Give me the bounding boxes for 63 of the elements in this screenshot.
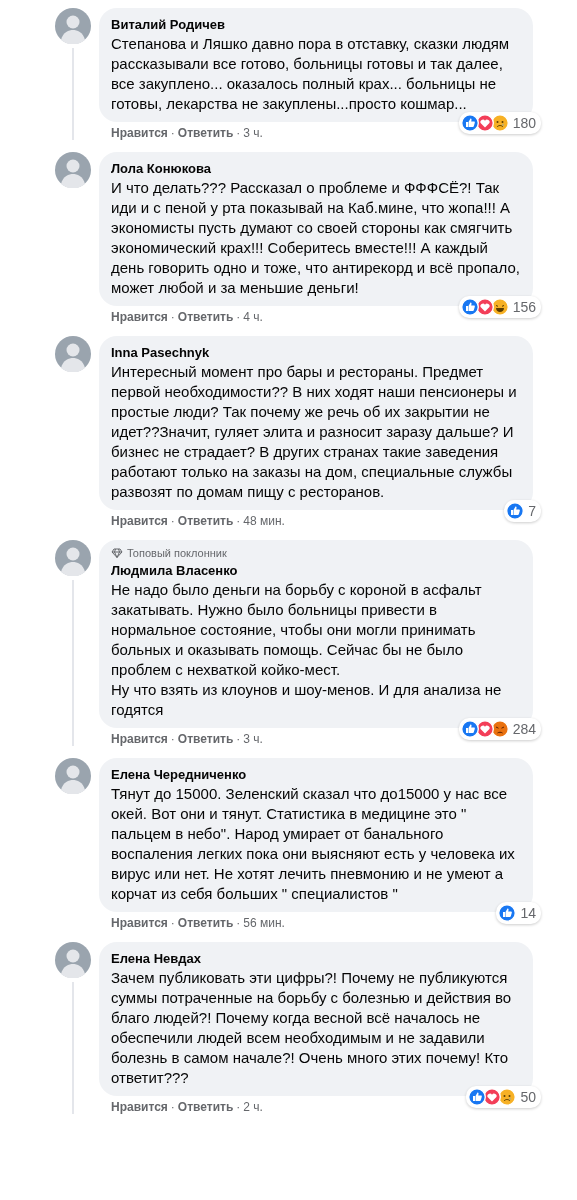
separator-dot: · bbox=[170, 514, 175, 528]
reply-link[interactable]: Ответить bbox=[177, 732, 234, 746]
comment-text: Тянут до 15000. Зеленский сказал что до15000 у нас все окей. Вот они и тянут. Статистика в медицине это " пальцем в небо". Народ умирает от банального воспаления легких пока они выясняют есть у человека их вирус или нет. Не хотят лечить пневмонию и не умеют а корчат из себя больших " специалистов " bbox=[111, 784, 516, 904]
author-name[interactable]: Людмила Власенко bbox=[111, 562, 238, 580]
like-icon bbox=[460, 298, 479, 316]
comment-text: Зачем публиковать эти цифры?! Почему не публикуются суммы потраченные на борьбу с болезнью и действия во благо людей?! Почему когда весной всё началось не обеспечили людей всем необходимым и не задавили болезнь в самом начале?! Очень много этих почему! Кто ответит??? bbox=[111, 968, 513, 1088]
separator-dot: · bbox=[170, 310, 175, 324]
like-icon bbox=[460, 720, 479, 738]
separator-dot: · bbox=[170, 732, 175, 746]
comment-text: Интересный момент про бары и рестораны. Предмет первой необходимости?? В них ходят наши пенсионеры и простые люди? Так почему же речь об их закрытии не идет??Значит, гуляет элита и разносит заразу дальше? И бизнес не страдает? В других странах такие заведения работают только на заказы на дом, специальные службы развозят по домам пищу с ресторанов. bbox=[111, 362, 518, 502]
avatar[interactable] bbox=[55, 540, 91, 576]
badge-label: Топовый поклонник bbox=[127, 547, 227, 559]
timestamp: 56 мин. bbox=[243, 916, 285, 930]
author-name[interactable]: Елена Чередниченко bbox=[111, 766, 247, 784]
comment-text: И что делать??? Рассказал о проблеме и ФФФСЁ?! Так иди и с пеной у рта показывай на Каб.мине, что жопа!!! А экономисты пусть думают со своей стороны как смягчить экономический крах!!! Соберитесь вместе!!! А каждый день говорить одно и тоже, что антирекорд и всё пропало, может любой и за меньшие деньги! bbox=[111, 178, 521, 298]
avatar[interactable] bbox=[55, 942, 91, 978]
avatar[interactable] bbox=[55, 152, 91, 188]
reply-link[interactable]: Ответить bbox=[177, 916, 234, 930]
reactions-pill[interactable]: 7 bbox=[504, 500, 541, 522]
comment-text: Не надо было деньги на борьбу с короной в асфальт закатывать. Нужно было больницы привести в нормальное состояние, чтобы они могли принимать больных и оказывать помощь. Сейчас бы не было проблем с нехваткой койко-мест. Ну что взять из клоунов и шоу-менов. И для анализа не годятся bbox=[111, 580, 503, 720]
reactions-pill[interactable]: 156 bbox=[458, 296, 541, 318]
comment-text: Степанова и Ляшко давно пора в отставку, сказки людям рассказывали все готово, больницы готовы и так далее, все закуплено... оказалось полный крах... больницы не готовы, лекарства не закуплены...просто кошмар... bbox=[111, 34, 511, 114]
separator-dot: · bbox=[236, 514, 241, 528]
reactions-pill[interactable]: 14 bbox=[496, 902, 541, 924]
avatar[interactable] bbox=[55, 758, 91, 794]
timestamp: 3 ч. bbox=[243, 126, 263, 140]
reactions-pill[interactable]: 50 bbox=[466, 1086, 541, 1108]
like-link[interactable]: Нравится bbox=[111, 126, 168, 140]
like-link[interactable]: Нравится bbox=[111, 732, 168, 746]
separator-dot: · bbox=[170, 916, 175, 930]
author-name[interactable]: Лола Конюкова bbox=[111, 160, 211, 178]
reply-link[interactable]: Ответить bbox=[177, 1100, 234, 1114]
reply-link[interactable]: Ответить bbox=[177, 514, 234, 528]
like-link[interactable]: Нравится bbox=[111, 514, 168, 528]
separator-dot: · bbox=[236, 732, 241, 746]
author-name[interactable]: Inna Pasechnyk bbox=[111, 344, 210, 362]
author-name[interactable]: Виталий Родичев bbox=[111, 16, 225, 34]
reply-link[interactable]: Ответить bbox=[177, 310, 234, 324]
avatar[interactable] bbox=[55, 336, 91, 372]
like-icon bbox=[460, 114, 479, 132]
separator-dot: · bbox=[170, 1100, 175, 1114]
reactions-pill[interactable]: 180 bbox=[458, 112, 541, 134]
separator-dot: · bbox=[236, 1100, 241, 1114]
reactions-pill[interactable]: 284 bbox=[458, 718, 541, 740]
separator-dot: · bbox=[236, 126, 241, 140]
diamond-icon bbox=[111, 548, 123, 558]
author-name[interactable]: Елена Невдах bbox=[111, 950, 201, 968]
separator-dot: · bbox=[236, 310, 241, 324]
timestamp: 4 ч. bbox=[243, 310, 263, 324]
like-link[interactable]: Нравится bbox=[111, 310, 168, 324]
avatar[interactable] bbox=[55, 8, 91, 44]
like-icon bbox=[498, 904, 517, 922]
timestamp: 3 ч. bbox=[243, 732, 263, 746]
separator-dot: · bbox=[236, 916, 241, 930]
like-icon bbox=[506, 502, 525, 520]
timestamp: 48 мин. bbox=[243, 514, 285, 528]
like-link[interactable]: Нравится bbox=[111, 916, 168, 930]
like-link[interactable]: Нравится bbox=[111, 1100, 168, 1114]
like-icon bbox=[468, 1088, 487, 1106]
reply-link[interactable]: Ответить bbox=[177, 126, 234, 140]
timestamp: 2 ч. bbox=[243, 1100, 263, 1114]
separator-dot: · bbox=[170, 126, 175, 140]
sad-face-icon bbox=[498, 1088, 517, 1106]
